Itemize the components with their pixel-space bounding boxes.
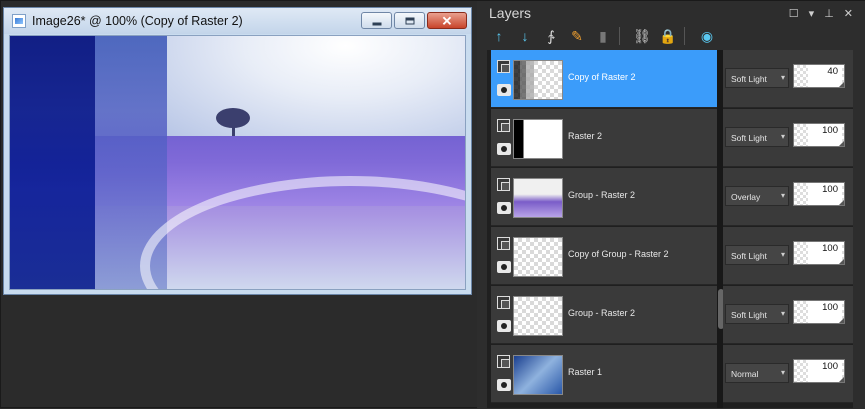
opacity-slider[interactable]: 100 [793, 182, 845, 206]
link-icon[interactable]: ⛓ [632, 26, 652, 46]
chevron-down-icon: ▾ [780, 132, 785, 141]
resize-grip-icon [839, 82, 844, 87]
blend-mode-value: Overlay [731, 192, 761, 202]
layer-thumbnail [513, 178, 563, 218]
layer-lock-icon[interactable] [497, 237, 510, 250]
chevron-down-icon: ▾ [780, 368, 785, 377]
opacity-slider[interactable]: 100 [793, 241, 845, 265]
layer-row[interactable]: Copy of Raster 2 Soft Light ▾ 40 [487, 50, 853, 108]
visibility-eye-icon[interactable] [497, 143, 511, 155]
new-mask-layer-icon[interactable]: ∱ [541, 26, 561, 46]
visibility-toggle-icon[interactable]: ◉ [697, 26, 717, 46]
close-button[interactable]: ✕ [427, 12, 467, 29]
layer-lock-icon[interactable] [497, 178, 510, 191]
layer-thumbnail [513, 60, 563, 100]
palette-pin-icon[interactable]: ⊥ [824, 7, 834, 20]
blend-mode-value: Soft Light [731, 310, 767, 320]
opacity-value: 100 [822, 243, 838, 254]
visibility-eye-icon[interactable] [497, 379, 511, 391]
blend-mode-value: Soft Light [731, 133, 767, 143]
opacity-slider[interactable]: 40 [793, 64, 845, 88]
image-window-titlebar[interactable]: Image26* @ 100% (Copy of Raster 2) ✕ [4, 8, 471, 34]
layer-name: Group - Raster 2 [568, 308, 636, 318]
document-icon [12, 14, 26, 28]
blend-mode-dropdown[interactable]: Overlay ▾ [725, 186, 789, 206]
visibility-eye-icon[interactable] [497, 320, 511, 332]
palette-close-icon[interactable]: ✕ [844, 7, 853, 20]
layer-lock-icon[interactable] [497, 355, 510, 368]
layers-palette: Layers ☐ ▾ ⊥ ✕ ↑ ↓ ∱ ✎ ▮ ⛓ 🔒 ◉ Copy of Raster 2… [477, 1, 865, 409]
chevron-down-icon: ▾ [780, 250, 785, 259]
minimize-button[interactable] [361, 12, 392, 29]
blend-mode-value: Soft Light [731, 251, 767, 261]
opacity-value: 40 [827, 66, 838, 77]
lock-icon[interactable]: 🔒 [658, 26, 678, 46]
new-vector-layer-icon[interactable]: ↓ [515, 26, 535, 46]
toolbar-separator [619, 27, 626, 45]
canvas-dark-band [10, 36, 95, 289]
canvas-sky [167, 36, 465, 136]
close-icon: ✕ [441, 13, 453, 28]
blend-mode-dropdown[interactable]: Soft Light ▾ [725, 304, 789, 324]
layer-lock-icon[interactable] [497, 119, 510, 132]
maximize-button[interactable] [394, 12, 425, 29]
palette-menu-icon[interactable]: ▾ [809, 7, 815, 20]
palette-float-icon[interactable]: ☐ [789, 7, 799, 20]
opacity-value: 100 [822, 361, 838, 372]
layer-row[interactable]: Group - Raster 2 Soft Light ▾ 100 [487, 286, 853, 344]
maximize-icon [405, 17, 414, 24]
layer-thumbnail [513, 355, 563, 395]
layer-row[interactable]: Group - Raster 2 Overlay ▾ 100 [487, 168, 853, 226]
layer-name: Raster 1 [568, 367, 603, 377]
opacity-value: 100 [822, 125, 838, 136]
toolbar-separator [684, 27, 691, 45]
opacity-value: 100 [822, 302, 838, 313]
blend-mode-dropdown[interactable]: Soft Light ▾ [725, 127, 789, 147]
resize-grip-icon [839, 200, 844, 205]
minimize-icon [372, 22, 381, 25]
canvas-tree-trunk [232, 124, 235, 136]
layer-thumbnail [513, 237, 563, 277]
resize-grip-icon [839, 377, 844, 382]
layer-row[interactable]: Raster 1 Normal ▾ 100 [487, 345, 853, 403]
chevron-down-icon: ▾ [780, 191, 785, 200]
blend-mode-value: Normal [731, 369, 759, 379]
delete-layer-icon[interactable]: ▮ [593, 26, 613, 46]
layer-lock-icon[interactable] [497, 60, 510, 73]
opacity-slider[interactable]: 100 [793, 359, 845, 383]
layer-row[interactable]: Copy of Group - Raster 2 Soft Light ▾ 100 [487, 227, 853, 285]
layer-name: Group - Raster 2 [568, 190, 636, 200]
image-document-window[interactable]: Image26* @ 100% (Copy of Raster 2) ✕ [3, 7, 472, 295]
new-raster-layer-icon[interactable]: ↑ [489, 26, 509, 46]
visibility-eye-icon[interactable] [497, 202, 511, 214]
layer-thumbnail [513, 296, 563, 336]
chevron-down-icon: ▾ [780, 73, 785, 82]
image-canvas[interactable] [9, 35, 466, 290]
blend-mode-dropdown[interactable]: Normal ▾ [725, 363, 789, 383]
layers-toolbar: ↑ ↓ ∱ ✎ ▮ ⛓ 🔒 ◉ [489, 26, 717, 46]
layer-list: Copy of Raster 2 Soft Light ▾ 40 Raster 2 Sof… [487, 50, 853, 408]
visibility-eye-icon[interactable] [497, 261, 511, 273]
layer-name: Copy of Group - Raster 2 [568, 249, 669, 259]
chevron-down-icon: ▾ [780, 309, 785, 318]
layer-properties-icon[interactable]: ✎ [567, 26, 587, 46]
opacity-value: 100 [822, 184, 838, 195]
resize-grip-icon [839, 141, 844, 146]
layers-palette-title: Layers [489, 5, 532, 21]
palette-header-controls: ☐ ▾ ⊥ ✕ [789, 7, 853, 20]
opacity-slider[interactable]: 100 [793, 300, 845, 324]
layer-name: Copy of Raster 2 [568, 72, 636, 82]
resize-grip-icon [839, 259, 844, 264]
layer-row[interactable]: Raster 2 Soft Light ▾ 100 [487, 109, 853, 167]
visibility-eye-icon[interactable] [497, 84, 511, 96]
resize-grip-icon [839, 318, 844, 323]
blend-mode-value: Soft Light [731, 74, 767, 84]
blend-mode-dropdown[interactable]: Soft Light ▾ [725, 68, 789, 88]
opacity-slider[interactable]: 100 [793, 123, 845, 147]
layer-lock-icon[interactable] [497, 296, 510, 309]
blend-mode-dropdown[interactable]: Soft Light ▾ [725, 245, 789, 265]
layer-name: Raster 2 [568, 131, 603, 141]
image-window-title: Image26* @ 100% (Copy of Raster 2) [32, 14, 243, 28]
layer-thumbnail [513, 119, 563, 159]
